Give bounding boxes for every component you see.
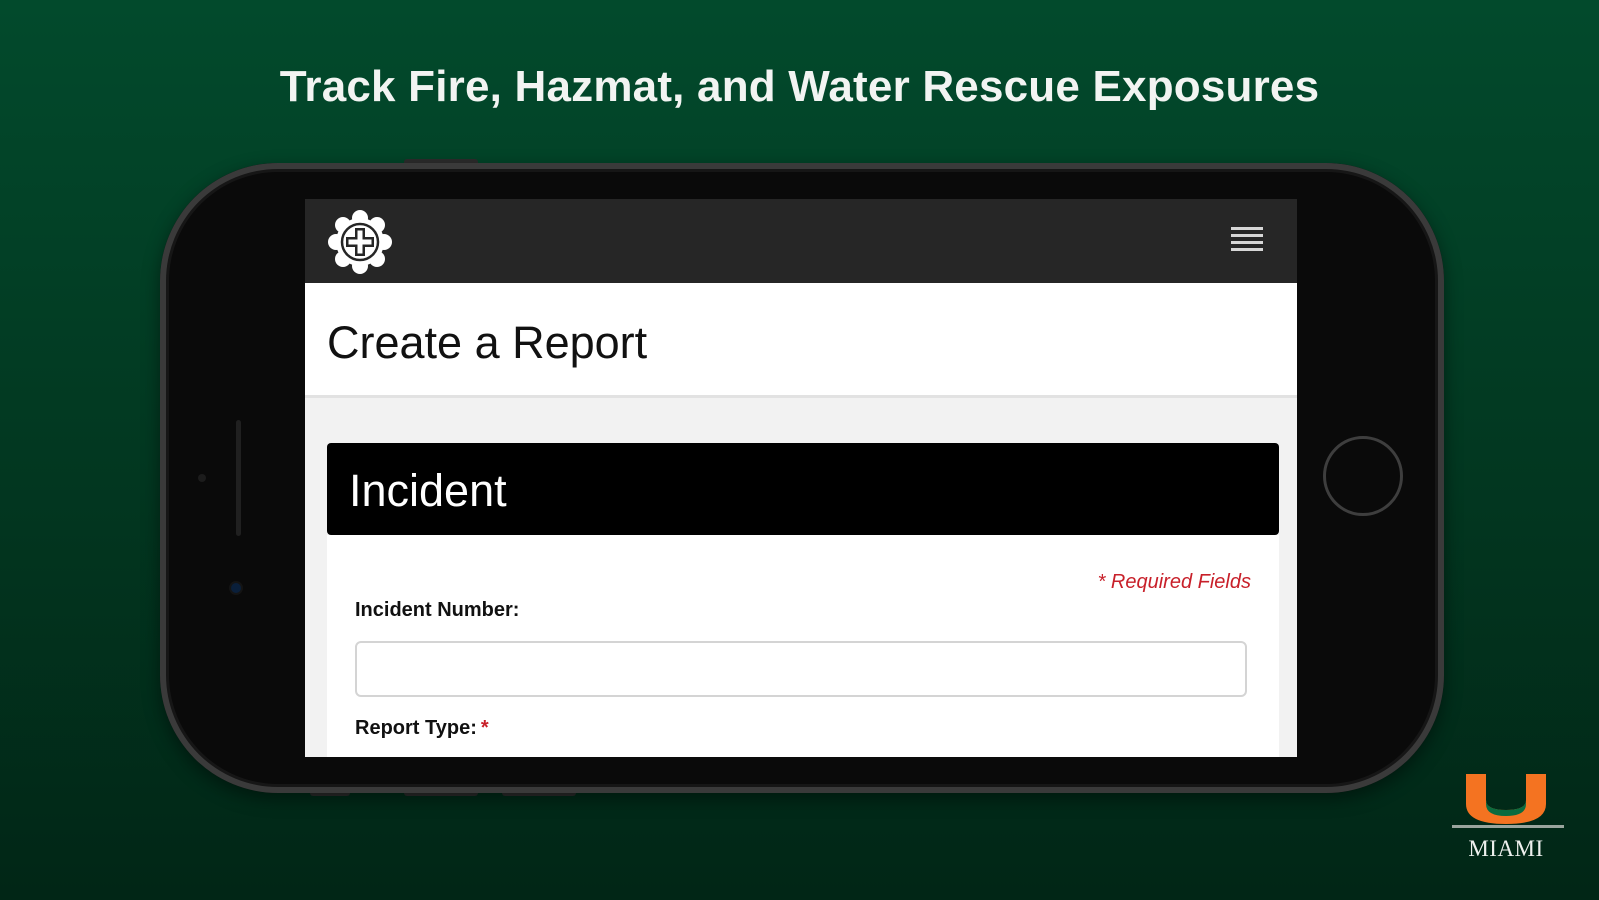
app-bar [305, 199, 1297, 283]
page-header: Create a Report [305, 283, 1297, 398]
cross-badge-icon[interactable] [327, 209, 393, 275]
brand-wordmark: MIAMI [1468, 836, 1544, 861]
incident-number-input[interactable] [355, 641, 1247, 697]
proximity-sensor [198, 474, 206, 482]
headline: Track Fire, Hazmat, and Water Rescue Exp… [279, 62, 1320, 111]
incident-form: * Required Fields Incident Number: Repor… [327, 535, 1279, 757]
required-marker: * [480, 717, 489, 739]
report-type-label-text: Report Type: [355, 717, 477, 739]
earpiece-speaker [236, 420, 241, 536]
front-camera [231, 583, 241, 593]
section-title: Incident [349, 465, 507, 516]
hamburger-menu-icon[interactable] [1231, 227, 1263, 253]
logo-divider [1452, 825, 1564, 828]
phone-screen: Create a Report Incident * Required Fiel… [305, 199, 1297, 757]
page-title: Create a Report [327, 317, 648, 368]
home-button[interactable] [1323, 436, 1403, 516]
report-type-label: Report Type: * [355, 717, 489, 740]
required-fields-note: * Required Fields [1097, 571, 1251, 593]
section-header-incident: Incident [327, 443, 1279, 535]
incident-number-label: Incident Number: [355, 599, 520, 621]
